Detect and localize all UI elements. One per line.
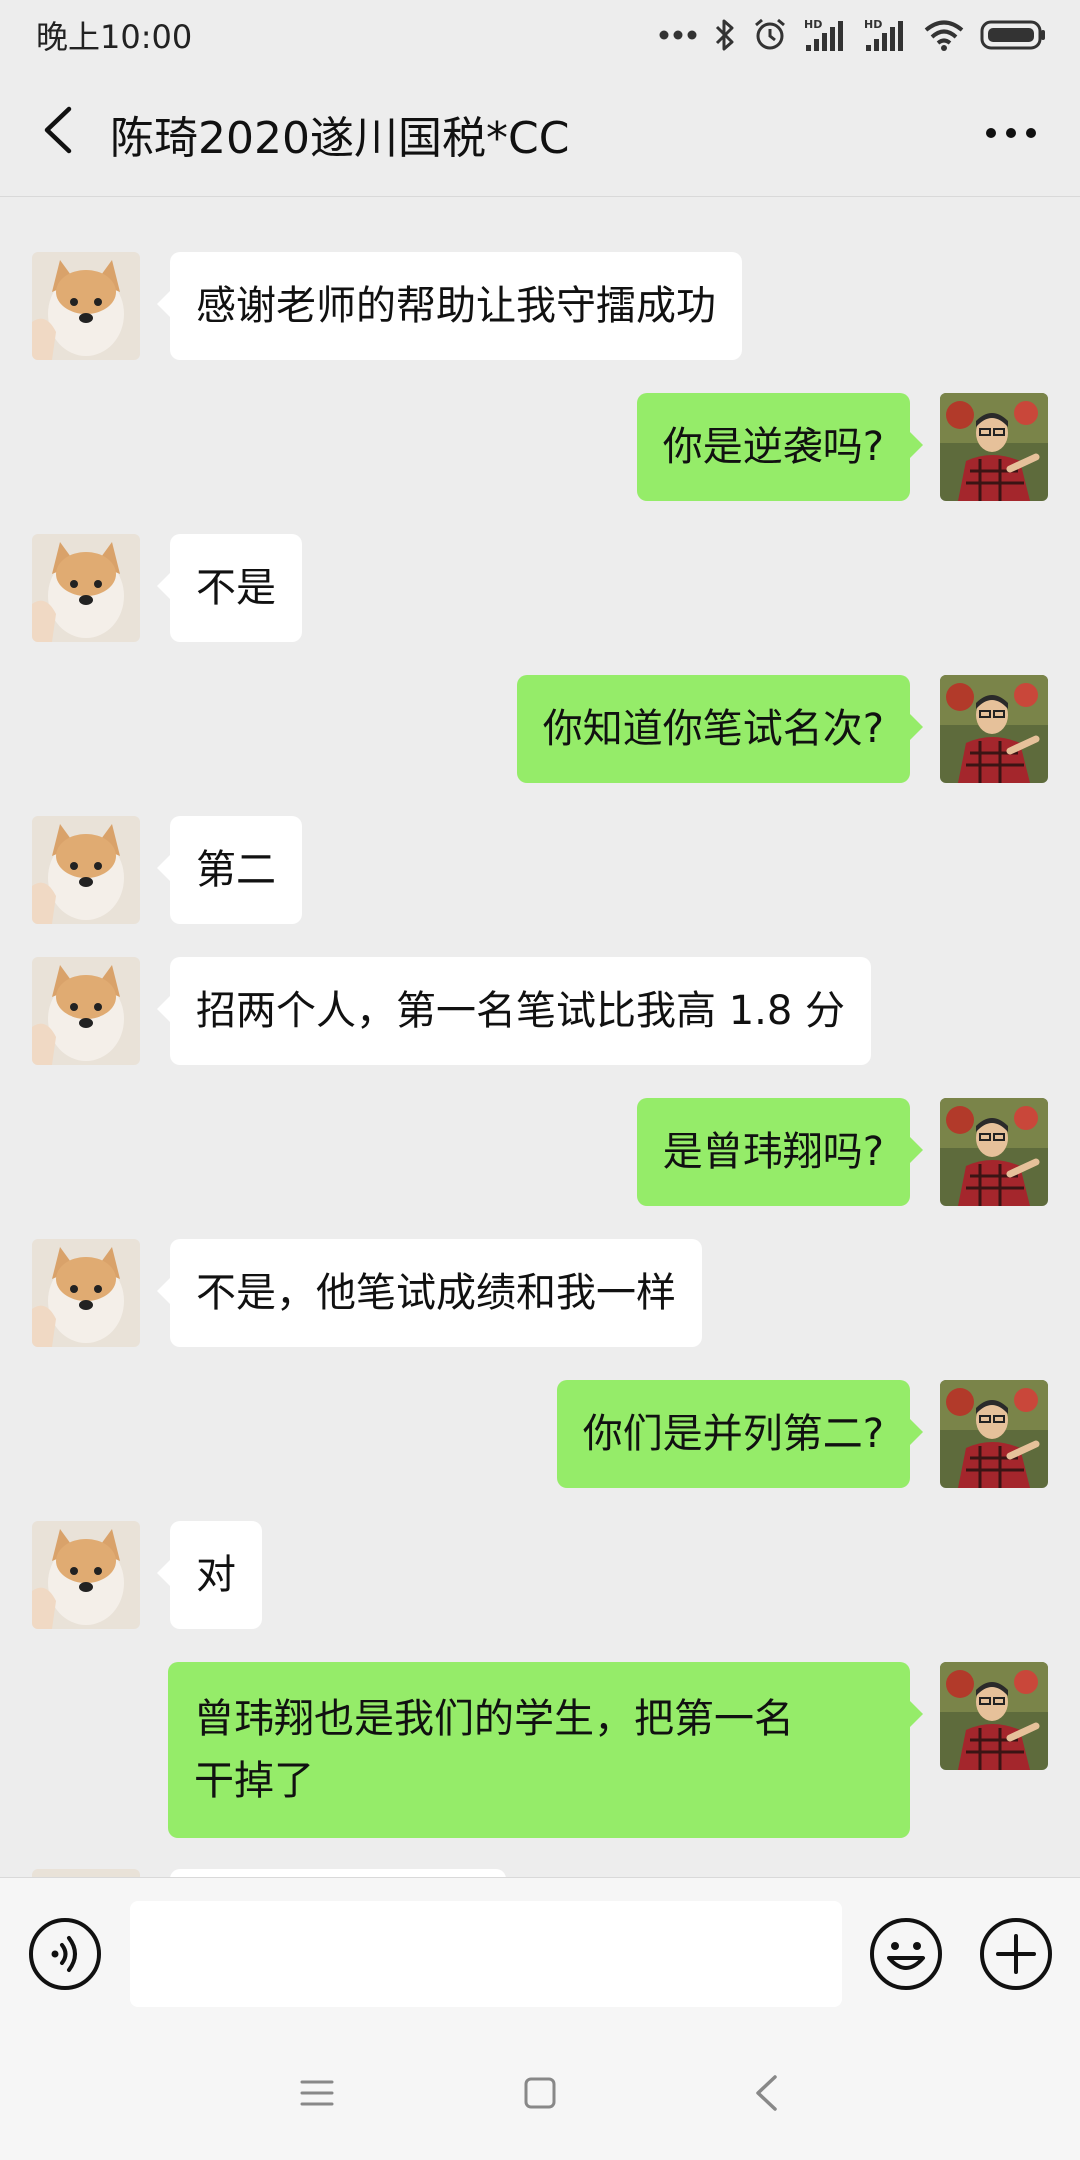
status-icons: HD HD <box>658 10 1046 60</box>
received-message[interactable]: 对 <box>157 1521 262 1629</box>
status-bar: 晚上10:00 HD HD <box>0 0 1080 68</box>
alarm-icon <box>752 17 788 53</box>
user-avatar[interactable] <box>940 393 1048 501</box>
menu-button[interactable] <box>287 2070 347 2120</box>
message-input[interactable] <box>130 1901 842 2007</box>
chat-header: 陈琦2020遂川国税*CC <box>0 68 1080 197</box>
contact-avatar[interactable] <box>32 252 140 360</box>
user-avatar[interactable] <box>940 1662 1048 1770</box>
contact-avatar[interactable] <box>32 1869 140 1877</box>
emoji-button[interactable] <box>868 1916 944 1992</box>
more-dots-icon <box>658 29 698 41</box>
contact-avatar[interactable] <box>32 816 140 924</box>
chat-title: 陈琦2020遂川国税*CC <box>110 113 570 164</box>
back-button[interactable] <box>28 100 88 164</box>
sent-message[interactable]: 你知道你笔试名次? <box>516 675 924 783</box>
message-list[interactable]: 感谢老师的帮助让我守擂成功 你是逆袭吗? 不是 你知道你笔试名次? 第二 招两个… <box>0 197 1080 1877</box>
input-bar <box>0 1877 1080 2030</box>
system-nav-bar <box>0 2030 1080 2160</box>
hd-label: HD <box>804 18 822 31</box>
emoji-icon <box>868 1918 944 1996</box>
contact-avatar[interactable] <box>32 1239 140 1347</box>
home-button[interactable] <box>510 2070 570 2120</box>
contact-avatar[interactable] <box>32 1521 140 1629</box>
user-avatar[interactable] <box>940 1380 1048 1488</box>
plus-button[interactable] <box>978 1916 1054 1992</box>
sent-message[interactable]: 是曾玮翔吗? <box>636 1098 924 1206</box>
sent-message[interactable]: 你是逆袭吗? <box>636 393 924 501</box>
hd-signal-icon: HD <box>864 17 908 53</box>
hd-signal-icon: HD <box>804 17 848 53</box>
received-message[interactable] <box>170 1869 506 1877</box>
voice-button[interactable] <box>28 1917 102 1991</box>
plus-icon <box>978 1918 1054 1996</box>
received-message[interactable]: 不是 <box>157 534 302 642</box>
received-message[interactable]: 招两个人，第一名笔试比我高 1.8 分 <box>156 957 872 1065</box>
user-avatar[interactable] <box>940 1098 1048 1206</box>
hd-label: HD <box>864 18 882 31</box>
menu-icon <box>299 2078 335 2112</box>
received-message[interactable]: 不是，他笔试成绩和我一样 <box>157 1239 702 1347</box>
battery-icon <box>980 19 1046 51</box>
bluetooth-icon <box>714 18 736 52</box>
back-triangle-icon <box>753 2074 779 2116</box>
sent-message[interactable]: 你们是并列第二? <box>556 1380 924 1488</box>
contact-avatar[interactable] <box>32 534 140 642</box>
contact-avatar[interactable] <box>32 957 140 1065</box>
status-time: 晚上10:00 <box>36 18 193 56</box>
voice-icon <box>28 1918 102 1995</box>
user-avatar[interactable] <box>940 675 1048 783</box>
received-message[interactable]: 感谢老师的帮助让我守擂成功 <box>157 252 742 360</box>
nav-back-button[interactable] <box>736 2070 796 2120</box>
sent-message[interactable]: 曾玮翔也是我们的学生，把第一名 干掉了 <box>168 1662 923 1838</box>
more-horizontal-icon <box>985 124 1037 143</box>
home-square-icon <box>523 2076 557 2114</box>
wifi-icon <box>924 19 964 51</box>
more-button[interactable] <box>976 106 1046 160</box>
chevron-left-icon <box>41 105 75 159</box>
received-message[interactable]: 第二 <box>157 816 302 924</box>
